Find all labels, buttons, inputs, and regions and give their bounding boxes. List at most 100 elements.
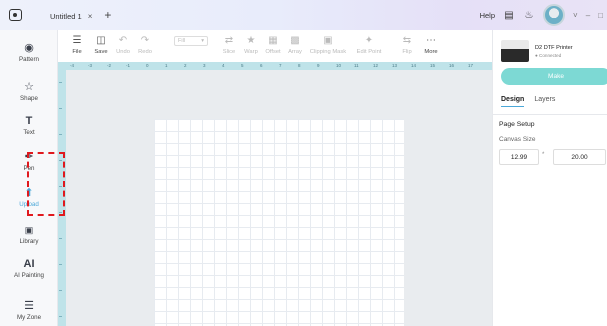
ruler-tick (59, 108, 62, 109)
home-icon (8, 9, 22, 21)
ruler-label: 5 (241, 63, 244, 68)
toolbar: ☰ File ◫ Save ↶ Undo ↷ Redo Fill ▾ ⇄ Slic… (58, 30, 492, 62)
ruler-label: 2 (184, 63, 187, 68)
save-button[interactable]: ◫ Save (90, 30, 112, 62)
sidebar-item-label: Library (19, 238, 39, 245)
size-value: Fill (178, 38, 186, 44)
panel-tabs: Design Layers (501, 96, 555, 107)
my-zone-icon: ☰ (24, 300, 34, 312)
maximize-button[interactable]: □ (598, 11, 603, 20)
undo-label: Undo (116, 49, 130, 55)
ruler-tick (59, 290, 62, 291)
size-select[interactable]: Fill ▾ (170, 30, 212, 62)
upload-highlight-box (27, 152, 65, 216)
ruler-label: 12 (373, 63, 379, 68)
ruler-label: -1 (126, 63, 131, 68)
undo-icon: ↶ (118, 35, 128, 46)
ruler-label: 10 (336, 63, 342, 68)
ruler-top: -4 -3 -2 -1 0 1 2 3 4 5 6 7 8 9 10 11 12… (58, 62, 492, 70)
edit-point-button[interactable]: ✦ Edit Point (350, 30, 388, 62)
sidebar-item-ai-painting[interactable]: AI AI Painting (0, 258, 58, 280)
notes-icon[interactable]: ▤ (503, 9, 515, 21)
more-button[interactable]: ⋯ More (420, 30, 442, 62)
shape-icon: ☆ (24, 81, 34, 93)
flip-button[interactable]: ⇆ Flip (396, 30, 418, 62)
ruler-label: 14 (411, 63, 417, 68)
new-tab-icon[interactable]: + (104, 8, 111, 22)
ruler-label: -2 (107, 63, 112, 68)
array-button[interactable]: ▩ Array (284, 30, 306, 62)
clipping-mask-icon: ▣ (323, 35, 333, 46)
printer-status: ● Connected (535, 52, 562, 58)
canvas-workspace[interactable] (66, 70, 492, 326)
sidebar-item-text[interactable]: T Text (0, 115, 58, 137)
offset-label: Offset (265, 49, 281, 55)
pattern-icon: ◉ (24, 42, 34, 54)
ruler-label: 16 (449, 63, 455, 68)
printer-selector[interactable]: D2 DTF Printer ● Connected (501, 40, 573, 62)
sidebar-item-shape[interactable]: ☆ Shape (0, 81, 58, 103)
flip-label: Flip (402, 49, 412, 55)
ruler-label: 7 (279, 63, 282, 68)
offset-button[interactable]: ▦ Offset (262, 30, 284, 62)
file-label: File (72, 49, 82, 55)
ruler-label: 3 (203, 63, 206, 68)
make-button[interactable]: Make (501, 68, 607, 85)
clipping-mask-button[interactable]: ▣ Clipping Mask (306, 30, 350, 62)
ruler-label: -4 (70, 63, 75, 68)
canvas-width-input[interactable]: 12.99 (499, 149, 539, 165)
ruler-tick (59, 82, 62, 83)
sidebar-item-pattern[interactable]: ◉ Pattern (0, 42, 58, 64)
more-label: More (424, 49, 438, 55)
more-icon: ⋯ (426, 35, 436, 46)
slice-button[interactable]: ⇄ Slice (218, 30, 240, 62)
times-symbol: * (542, 152, 545, 158)
home-button[interactable] (0, 0, 30, 30)
printer-name: D2 DTF Printer (535, 44, 573, 51)
ruler-tick (59, 134, 62, 135)
ruler-label: 6 (260, 63, 263, 68)
sidebar-item-label: AI Painting (14, 272, 44, 279)
save-icon: ◫ (96, 35, 106, 46)
help-link[interactable]: Help (480, 11, 495, 20)
ai-painting-icon: AI (23, 258, 35, 270)
artboard[interactable] (154, 119, 404, 326)
slice-label: Slice (222, 49, 236, 55)
redo-button[interactable]: ↷ Redo (134, 30, 156, 62)
flip-icon: ⇆ (402, 35, 412, 46)
warp-label: Warp (244, 49, 258, 55)
document-tab[interactable]: Untitled 1 × (50, 5, 92, 27)
file-button[interactable]: ☰ File (68, 30, 86, 62)
sidebar-item-library[interactable]: ▣ Library (0, 224, 58, 246)
sidebar-item-label: Shape (20, 95, 38, 102)
ruler-label: -3 (88, 63, 93, 68)
tab-design[interactable]: Design (501, 96, 525, 107)
minimize-button[interactable]: – (586, 11, 590, 20)
ruler-tick (59, 238, 62, 239)
page-setup-title: Page Setup (499, 121, 535, 128)
printer-image (501, 40, 529, 62)
chevron-down-icon[interactable]: ˅ (573, 11, 578, 20)
ruler-label: 8 (298, 63, 301, 68)
ruler-label: 13 (392, 63, 398, 68)
ruler-label: 11 (354, 63, 359, 68)
tab-close-icon[interactable]: × (88, 12, 93, 21)
sidebar-item-label: Pattern (19, 56, 39, 63)
sidebar-item-label: My Zone (16, 314, 42, 321)
save-label: Save (94, 49, 108, 55)
array-label: Array (288, 49, 302, 55)
edit-point-icon: ✦ (364, 35, 374, 46)
sidebar-item-label: Text (23, 129, 35, 136)
size-dropdown[interactable]: Fill ▾ (174, 36, 208, 46)
undo-button[interactable]: ↶ Undo (112, 30, 134, 62)
bell-icon[interactable]: ♨ (523, 9, 535, 21)
text-icon: T (25, 115, 33, 127)
canvas-height-input[interactable]: 20.00 (553, 149, 606, 165)
right-panel: D2 DTF Printer ● Connected Make Design L… (492, 30, 607, 326)
warp-button[interactable]: ★ Warp (240, 30, 262, 62)
avatar[interactable] (543, 4, 566, 26)
tab-layers[interactable]: Layers (534, 96, 555, 107)
array-icon: ▩ (290, 35, 300, 46)
ruler-label: 0 (146, 63, 149, 68)
sidebar-item-my-zone[interactable]: ☰ My Zone (0, 300, 58, 322)
